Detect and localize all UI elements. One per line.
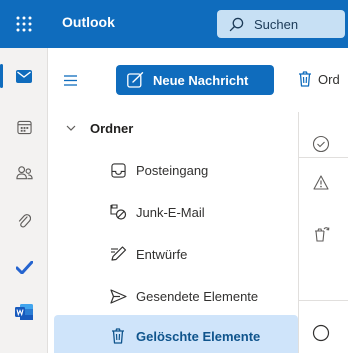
- search-icon: [229, 17, 244, 31]
- folder-deleted[interactable]: Gelöschte Elemente: [54, 315, 298, 353]
- rail-calendar[interactable]: [0, 107, 48, 147]
- junk-icon: [109, 203, 127, 221]
- word-icon: [15, 304, 33, 320]
- folder-label: Gesendete Elemente: [136, 288, 259, 304]
- rail-attachments[interactable]: [0, 201, 48, 241]
- new-message-button[interactable]: Neue Nachricht: [116, 65, 274, 95]
- folders-header-label: Ordner: [90, 120, 134, 136]
- todo-icon: [15, 260, 33, 274]
- separator: [299, 157, 348, 158]
- warning-icon: [311, 172, 331, 192]
- separator: [299, 300, 348, 301]
- trash-icon: [109, 327, 127, 345]
- folder-drafts[interactable]: Entwürfe: [54, 233, 298, 275]
- recover-icon[interactable]: [311, 224, 331, 244]
- folder-label: Junk-E-Mail: [136, 204, 205, 220]
- message-list: [298, 112, 348, 353]
- folder-junk[interactable]: Junk-E-Mail: [54, 191, 298, 233]
- folder-inbox[interactable]: Posteingang: [54, 149, 298, 191]
- select-all-icon[interactable]: [311, 134, 331, 154]
- search-placeholder: Suchen: [254, 16, 299, 32]
- app-title[interactable]: Outlook: [62, 14, 115, 30]
- hamburger-icon: [63, 74, 77, 86]
- waffle-icon: [16, 16, 32, 32]
- calendar-icon: [16, 120, 32, 134]
- collapse-nav-button[interactable]: [54, 64, 86, 96]
- people-icon: [15, 166, 33, 180]
- top-bar: Outlook Suchen: [0, 0, 348, 48]
- chevron-down-icon: [66, 125, 76, 131]
- attachment-icon: [18, 214, 31, 228]
- folder-pane: Neue Nachricht Ordner Posteingang Junk-E…: [48, 48, 298, 353]
- select-circle-icon[interactable]: [311, 323, 331, 343]
- delete-label: Ord: [318, 71, 340, 87]
- rail-mail[interactable]: [0, 56, 48, 96]
- inbox-icon: [109, 161, 127, 179]
- delete-button[interactable]: Ord: [298, 64, 340, 94]
- app-rail: [0, 48, 48, 353]
- mail-icon: [16, 69, 32, 83]
- trash-icon: [299, 71, 311, 87]
- rail-word[interactable]: [0, 292, 48, 332]
- app-launcher-button[interactable]: [0, 0, 48, 48]
- folder-sent[interactable]: Gesendete Elemente: [54, 275, 298, 317]
- folder-label: Gelöschte Elemente: [136, 328, 261, 344]
- new-message-label: Neue Nachricht: [153, 72, 249, 88]
- sent-icon: [109, 287, 127, 305]
- rail-todo[interactable]: [0, 247, 48, 287]
- rail-people[interactable]: [0, 153, 48, 193]
- search-box[interactable]: Suchen: [217, 10, 345, 38]
- folders-header[interactable]: Ordner: [48, 111, 298, 145]
- drafts-icon: [109, 245, 127, 263]
- compose-icon: [127, 72, 144, 88]
- folder-label: Posteingang: [136, 162, 209, 178]
- folder-label: Entwürfe: [136, 246, 188, 262]
